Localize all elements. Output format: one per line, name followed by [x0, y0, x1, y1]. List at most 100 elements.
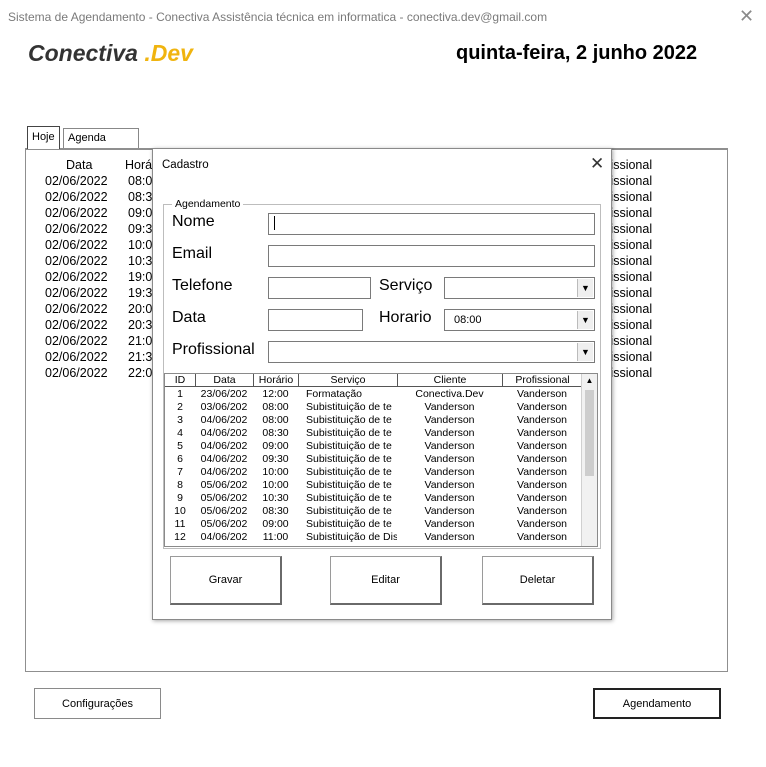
cell-profissional: Vanderson — [516, 414, 567, 426]
list-item-date: 02/06/2022 — [45, 270, 108, 284]
grid-scrollbar[interactable]: ▲ — [581, 374, 597, 546]
chevron-down-icon[interactable]: ▼ — [577, 343, 593, 361]
cell-profissional: Vanderson — [516, 440, 567, 452]
table-row[interactable]: 10 05/06/202 08:30 Subistituição de te Vande… — [165, 505, 583, 518]
list-item-time: 21:0 — [128, 334, 153, 348]
list-item-date: 02/06/2022 — [45, 334, 108, 348]
cell-profissional: Vanderson — [516, 531, 567, 543]
list-item-date: 02/06/2022 — [45, 238, 108, 252]
window-close-icon[interactable]: ✕ — [739, 6, 754, 27]
col-profissional[interactable]: Profissional — [502, 374, 582, 387]
chevron-down-icon[interactable]: ▼ — [577, 279, 593, 297]
cell-data: 04/06/202 — [200, 427, 248, 439]
cell-cliente: Vanderson — [424, 505, 475, 517]
table-row[interactable]: 7 04/06/202 10:00 Subistituição de te Vander… — [165, 466, 583, 479]
list-item-time: 22:0 — [128, 366, 153, 380]
cell-horario: 09:30 — [262, 453, 289, 465]
deletar-button[interactable]: Deletar — [482, 556, 594, 605]
cell-profissional: Vanderson — [516, 479, 567, 491]
cell-id: 2 — [177, 401, 183, 413]
cell-servico: Subistituição de te — [306, 518, 392, 530]
nome-field[interactable] — [268, 213, 595, 235]
cell-cliente: Vanderson — [424, 414, 475, 426]
list-item-time: 08:3 — [128, 190, 153, 204]
table-row[interactable]: 12 04/06/202 11:00 Subistituição de Dis Vand… — [165, 531, 583, 544]
cell-profissional: Vanderson — [516, 427, 567, 439]
email-field[interactable] — [268, 245, 595, 267]
cell-servico: Subistituição de te — [306, 492, 392, 504]
cell-horario: 09:00 — [262, 440, 289, 452]
table-row[interactable]: 3 04/06/202 08:00 Subistituição de te Vander… — [165, 414, 583, 427]
scroll-up-icon[interactable]: ▲ — [582, 374, 597, 388]
col-horario[interactable]: Horário — [253, 374, 298, 387]
table-row[interactable]: 1 23/06/202 12:00 Formatação Conectiva.Dev Va… — [165, 388, 583, 401]
editar-button[interactable]: Editar — [330, 556, 442, 605]
cell-cliente: Vanderson — [424, 401, 475, 413]
data-field[interactable] — [268, 309, 363, 331]
list-item-time: 10:0 — [128, 238, 153, 252]
list-item-time: 10:3 — [128, 254, 153, 268]
cell-data: 04/06/202 — [200, 453, 248, 465]
cell-horario: 10:00 — [262, 479, 289, 491]
cell-data: 05/06/202 — [200, 518, 248, 530]
cell-horario: 10:30 — [262, 492, 289, 504]
cell-profissional: Vanderson — [516, 518, 567, 530]
cell-data: 03/06/202 — [200, 401, 248, 413]
scroll-thumb[interactable] — [585, 390, 594, 476]
list-item-date: 02/06/2022 — [45, 190, 108, 204]
cell-id: 11 — [174, 518, 186, 530]
horario-select[interactable]: 08:00 ▼ — [444, 309, 595, 331]
cell-data: 05/06/202 — [200, 492, 248, 504]
servico-select[interactable]: ▼ — [444, 277, 595, 299]
profissional-select[interactable]: ▼ — [268, 341, 595, 363]
col-data[interactable]: Data — [195, 374, 253, 387]
cell-profissional: Vanderson — [516, 453, 567, 465]
dialog-title: Cadastro — [162, 159, 209, 171]
cell-profissional: Vanderson — [516, 466, 567, 478]
data-label: Data — [172, 309, 206, 326]
cell-servico: Subistituição de te — [306, 427, 392, 439]
list-item-time: 19:3 — [128, 286, 153, 300]
cell-data: 04/06/202 — [200, 440, 248, 452]
table-row[interactable]: 5 04/06/202 09:00 Subistituição de te Vander… — [165, 440, 583, 453]
dialog-close-icon[interactable]: ✕ — [590, 154, 604, 174]
horario-value: 08:00 — [454, 314, 482, 326]
cell-id: 1 — [177, 388, 183, 400]
cell-cliente: Vanderson — [424, 479, 475, 491]
cell-servico: Subistituição de te — [306, 505, 392, 517]
cell-cliente: Vanderson — [424, 453, 475, 465]
table-row[interactable]: 11 05/06/202 09:00 Subistituição de te Vande… — [165, 518, 583, 531]
col-cliente[interactable]: Cliente — [397, 374, 502, 387]
table-row[interactable]: 8 05/06/202 10:00 Subistituição de te Vander… — [165, 479, 583, 492]
cell-data: 05/06/202 — [200, 479, 248, 491]
cell-data: 05/06/202 — [200, 505, 248, 517]
table-row[interactable]: 9 05/06/202 10:30 Subistituição de te Vander… — [165, 492, 583, 505]
email-label: Email — [172, 245, 213, 262]
cell-servico: Subistituição de te — [306, 479, 392, 491]
header-horario: Horá — [125, 158, 153, 172]
col-servico[interactable]: Serviço — [298, 374, 397, 387]
cell-horario: 08:30 — [262, 505, 289, 517]
list-item-time: 09:3 — [128, 222, 153, 236]
gravar-button[interactable]: Gravar — [170, 556, 282, 605]
chevron-down-icon[interactable]: ▼ — [577, 311, 593, 329]
tab-agenda[interactable]: Agenda — [63, 128, 139, 149]
table-row[interactable]: 6 04/06/202 09:30 Subistituição de te Vander… — [165, 453, 583, 466]
tab-hoje[interactable]: Hoje — [27, 126, 60, 149]
cell-id: 12 — [174, 531, 186, 543]
cell-cliente: Vanderson — [424, 518, 475, 530]
table-row[interactable]: 4 04/06/202 08:30 Subistituição de te Vander… — [165, 427, 583, 440]
configuracoes-button[interactable]: Configurações — [34, 688, 161, 719]
list-item-date: 02/06/2022 — [45, 206, 108, 220]
telefone-label: Telefone — [172, 277, 233, 294]
cell-horario: 11:00 — [262, 531, 289, 543]
appointments-grid[interactable]: ID Data Horário Serviço Cliente Profissi… — [164, 373, 598, 547]
cell-data: 23/06/202 — [200, 388, 248, 400]
logo-text-main: Conectiva — [28, 40, 138, 66]
telefone-field[interactable] — [268, 277, 371, 299]
agendamento-button[interactable]: Agendamento — [593, 688, 721, 719]
list-item-time: 09:0 — [128, 206, 153, 220]
cell-id: 6 — [177, 453, 183, 465]
table-row[interactable]: 2 03/06/202 08:00 Subistituição de te Vander… — [165, 401, 583, 414]
col-id[interactable]: ID — [165, 374, 195, 387]
